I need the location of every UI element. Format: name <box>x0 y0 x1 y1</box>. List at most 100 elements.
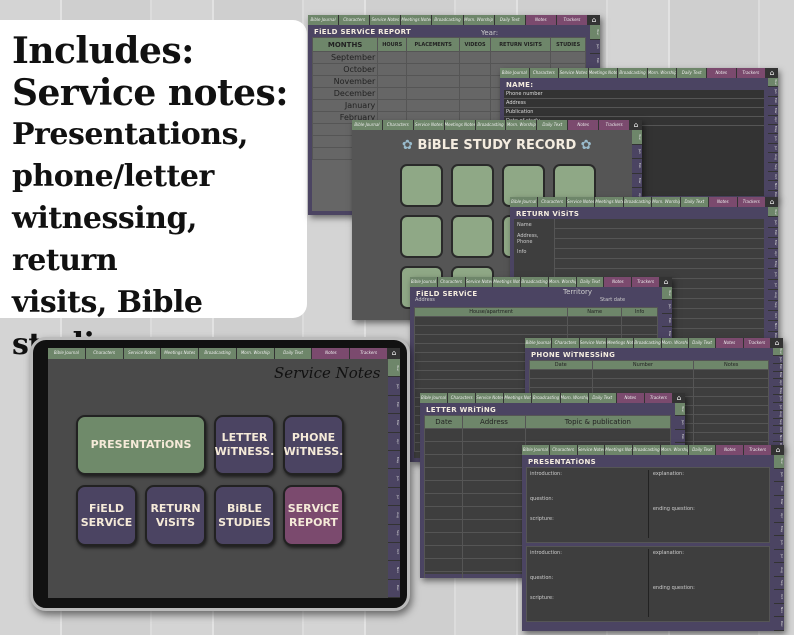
side-tab-year[interactable]: Year <box>388 359 400 378</box>
side-tab-jan[interactable]: Jan <box>675 416 685 430</box>
tab-notes[interactable]: Notes <box>716 445 745 455</box>
tab-notes[interactable]: Notes <box>525 15 557 25</box>
phone-witnessing-button[interactable]: PHONE WiTNESS. <box>283 415 344 475</box>
tab-daily-text[interactable]: Daily Text <box>274 348 313 359</box>
field-row[interactable]: Phone number <box>504 90 764 99</box>
tab-daily-text[interactable]: Daily Text <box>494 15 526 25</box>
side-tab-apr[interactable]: Apr <box>768 248 778 259</box>
side-tab-may[interactable]: May <box>773 387 783 396</box>
home-icon[interactable]: ⌂ <box>766 68 778 78</box>
table-cell[interactable] <box>591 378 695 388</box>
table-cell[interactable] <box>693 405 769 415</box>
service-report-button[interactable]: SERViCE REPORT <box>283 485 344 546</box>
tab-characters[interactable]: Characters <box>437 277 466 287</box>
table-cell[interactable] <box>459 63 491 76</box>
table-cell[interactable] <box>406 63 461 76</box>
month-cell[interactable]: January <box>311 99 379 112</box>
table-cell[interactable] <box>423 493 464 507</box>
side-tab-jul[interactable]: Jul <box>388 487 400 507</box>
table-cell[interactable] <box>462 519 526 533</box>
tab-trackers[interactable]: Trackers <box>736 68 767 78</box>
table-cell[interactable] <box>550 51 586 64</box>
tab-morn-worship[interactable]: Morn. Worship <box>652 197 681 207</box>
side-tab-sep[interactable]: Sep <box>768 162 778 172</box>
table-cell[interactable] <box>406 87 461 100</box>
table-cell[interactable] <box>529 378 593 388</box>
side-tab-jul[interactable]: Jul <box>773 402 783 411</box>
home-icon[interactable]: ⌂ <box>673 393 685 403</box>
side-tab-year[interactable]: Year <box>675 403 685 417</box>
tab-trackers[interactable]: Trackers <box>644 393 673 403</box>
table-cell[interactable] <box>567 325 623 335</box>
tab-meetings-notes[interactable]: Meetings Notes <box>493 277 522 287</box>
side-tab-oct[interactable]: Oct <box>774 590 784 604</box>
tab-service-notes[interactable]: Service Notes <box>577 445 606 455</box>
table-cell[interactable] <box>621 316 658 326</box>
table-cell[interactable] <box>459 99 491 112</box>
side-tab-year[interactable]: Year <box>632 130 642 145</box>
table-cell[interactable] <box>406 75 461 88</box>
month-cell[interactable]: October <box>311 63 379 76</box>
table-cell[interactable] <box>693 396 769 406</box>
side-tab-feb[interactable]: Feb <box>768 96 778 107</box>
tab-characters[interactable]: Characters <box>552 338 580 348</box>
side-tab-year[interactable]: Year <box>773 348 783 356</box>
table-cell[interactable] <box>423 441 464 455</box>
letter-witnessing-button[interactable]: LETTER WiTNESS. <box>214 415 275 475</box>
tab-daily-text[interactable]: Daily Text <box>688 445 717 455</box>
side-tab-year[interactable]: Year <box>774 455 784 469</box>
table-cell[interactable] <box>693 387 769 397</box>
table-cell[interactable] <box>462 441 526 455</box>
study-card[interactable] <box>451 215 494 258</box>
tab-broadcasting[interactable]: Broadcasting <box>618 68 648 78</box>
tab-meetings-notes[interactable]: Meetings Notes <box>401 15 433 25</box>
side-tab-apr[interactable]: Apr <box>388 432 400 451</box>
tab-bible-journal[interactable]: Bible Journal <box>410 277 438 287</box>
side-tab-apr[interactable]: Apr <box>773 379 783 388</box>
side-tab-dec[interactable]: Dec <box>774 617 784 631</box>
home-icon[interactable]: ⌂ <box>388 348 400 359</box>
table-cell[interactable] <box>406 51 461 64</box>
tab-characters[interactable]: Characters <box>529 68 560 78</box>
tab-meetings-notes[interactable]: Meetings Notes <box>588 68 619 78</box>
table-cell[interactable] <box>459 51 491 64</box>
tab-bible-journal[interactable]: Bible Journal <box>522 445 550 455</box>
study-card[interactable] <box>400 164 443 207</box>
side-tab-feb[interactable]: Feb <box>675 429 685 444</box>
table-cell[interactable] <box>693 378 769 388</box>
side-tab-feb[interactable]: Feb <box>632 159 642 174</box>
side-tab-nov[interactable]: Nov <box>388 561 400 580</box>
table-cell[interactable] <box>591 369 695 379</box>
home-icon[interactable]: ⌂ <box>772 445 784 455</box>
home-icon[interactable]: ⌂ <box>771 338 783 348</box>
tab-meetings-notes[interactable]: Meetings Notes <box>605 445 634 455</box>
side-tab-nov[interactable]: Nov <box>773 434 783 443</box>
tab-service-notes[interactable]: Service Notes <box>476 393 505 403</box>
tab-service-notes[interactable]: Service Notes <box>465 277 494 287</box>
side-tab-jan[interactable]: Jan <box>768 87 778 97</box>
side-tab-mar[interactable]: Mar <box>388 414 400 433</box>
side-tab-oct[interactable]: Oct <box>768 310 778 322</box>
tab-daily-text[interactable]: Daily Text <box>588 393 617 403</box>
tab-bible-journal[interactable]: Bible Journal <box>352 120 383 130</box>
study-card[interactable] <box>400 215 443 258</box>
table-cell[interactable] <box>693 432 769 442</box>
side-tab-jun[interactable]: Jun <box>388 469 400 488</box>
table-cell[interactable] <box>462 480 526 494</box>
table-cell[interactable] <box>377 75 408 88</box>
side-tab-may[interactable]: May <box>388 450 400 470</box>
side-tab-feb[interactable]: Feb <box>774 482 784 496</box>
tab-morn-worship[interactable]: Morn. Worship <box>661 338 689 348</box>
table-cell[interactable] <box>413 316 569 326</box>
tab-daily-text[interactable]: Daily Text <box>680 197 710 207</box>
table-cell[interactable] <box>377 51 408 64</box>
tab-characters[interactable]: Characters <box>382 120 414 130</box>
tab-characters[interactable]: Characters <box>339 15 371 25</box>
side-tab-apr[interactable]: Apr <box>774 509 784 523</box>
tab-bible-journal[interactable]: Bible Journal <box>48 348 86 359</box>
side-tab-mar[interactable]: Mar <box>632 173 642 189</box>
side-tab-jun[interactable]: Jun <box>774 536 784 550</box>
side-tab-feb[interactable]: Feb <box>388 395 400 415</box>
tab-notes[interactable]: Notes <box>568 120 600 130</box>
table-cell[interactable] <box>693 414 769 424</box>
